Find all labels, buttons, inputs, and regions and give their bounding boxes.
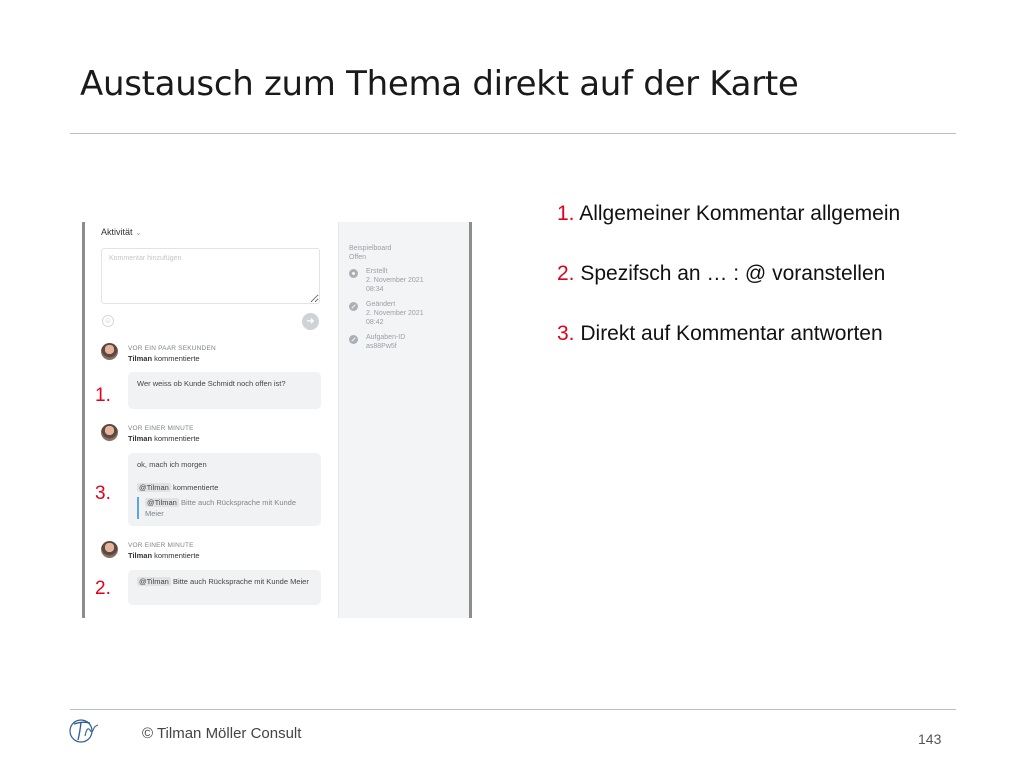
point-number: 1.: [557, 202, 575, 225]
comment-time: VOR EINER MINUTE: [128, 425, 194, 432]
avatar: [101, 541, 118, 558]
emoji-icon[interactable]: ☺: [102, 315, 114, 327]
comment-author: Tilman kommentierte: [128, 434, 200, 443]
avatar: [101, 343, 118, 360]
quoted-comment: @Tilman Bitte auch Rücksprache mit Kunde…: [137, 497, 312, 519]
marker-1: 1.: [95, 385, 111, 406]
point-1: 1. Allgemeiner Kommentar allgemein: [557, 202, 900, 226]
point-2: 2. Spezifsch an … : @ voranstellen: [557, 262, 885, 286]
comment-bubble[interactable]: @Tilman Bitte auch Rücksprache mit Kunde…: [128, 570, 321, 605]
copyright-footer: © Tilman Möller Consult: [142, 725, 302, 742]
chevron-down-icon: ⌄: [135, 230, 142, 237]
comment-text: Bitte auch Rücksprache mit Kunde Meier: [172, 577, 309, 586]
point-text: Direkt auf Kommentar antworten: [580, 322, 883, 345]
comment-input[interactable]: [101, 248, 320, 304]
marker-3: 3.: [95, 483, 111, 504]
pencil-icon: [349, 302, 358, 311]
point-text: Allgemeiner Kommentar allgemein: [579, 202, 901, 225]
author-name: Tilman: [128, 551, 153, 560]
point-number: 2.: [557, 262, 575, 285]
board-name[interactable]: Beispielboard: [349, 244, 391, 253]
mention-tag[interactable]: @Tilman: [145, 498, 179, 507]
mention-tag[interactable]: @Tilman: [137, 483, 171, 492]
screenshot-left-border: [82, 222, 85, 618]
author-name: Tilman: [128, 354, 153, 363]
page-number: 143: [918, 731, 942, 747]
comment-bubble[interactable]: ok, mach ich morgen @Tilman kommentierte…: [128, 453, 321, 526]
created-label: Erstellt: [366, 268, 388, 275]
created-date: 2. November 2021: [366, 277, 424, 284]
activity-label: Aktivität: [101, 227, 133, 237]
comment-author: Tilman kommentierte: [128, 354, 200, 363]
created-time: 08:34: [366, 286, 384, 293]
point-3: 3. Direkt auf Kommentar antworten: [557, 322, 883, 346]
slide-title: Austausch zum Thema direkt auf der Karte: [80, 64, 799, 104]
company-logo-icon: [69, 719, 99, 743]
author-action: kommentierte: [154, 354, 200, 363]
avatar: [101, 424, 118, 441]
author-action: kommentierte: [154, 551, 200, 560]
reply-header: @Tilman kommentierte: [137, 482, 312, 493]
pencil-icon: [349, 335, 358, 344]
comment-text: Wer weiss ob Kunde Schmidt noch offen is…: [137, 379, 286, 388]
sidebar-created: Erstellt 2. November 2021 08:34: [349, 267, 424, 294]
task-id-label: Aufgaben-ID: [366, 334, 406, 341]
modified-time: 08:42: [366, 319, 384, 326]
activity-dropdown[interactable]: Aktivität ⌄: [101, 227, 141, 237]
point-text: Spezifsch an … : @ voranstellen: [580, 262, 886, 285]
screenshot-right-border: [469, 222, 472, 618]
comment-time: VOR EINER MINUTE: [128, 542, 194, 549]
comment-text: ok, mach ich morgen: [137, 460, 207, 469]
task-id-value[interactable]: as88Pw5f: [366, 342, 405, 351]
mention-tag[interactable]: @Tilman: [137, 577, 171, 586]
card-details-sidebar: Beispielboard Offen Erstellt 2. November…: [338, 222, 470, 618]
comment-bubble[interactable]: Wer weiss ob Kunde Schmidt noch offen is…: [128, 372, 321, 409]
send-arrow-icon[interactable]: ➜: [302, 313, 319, 330]
author-name: Tilman: [128, 434, 153, 443]
comment-time: VOR EIN PAAR SEKUNDEN: [128, 345, 216, 352]
gear-icon: [349, 269, 358, 278]
modified-date: 2. November 2021: [366, 310, 424, 317]
author-action: kommentierte: [154, 434, 200, 443]
card-status: Offen: [349, 254, 366, 261]
sidebar-modified: Geändert 2. November 2021 08:42: [349, 300, 424, 327]
reply-action: kommentierte: [172, 483, 219, 492]
comment-author: Tilman kommentierte: [128, 551, 200, 560]
card-activity-screenshot: Aktivität⌄ ☺ ➜ VOR EIN PAAR SEKUNDEN Til…: [82, 222, 472, 618]
sidebar-task-id: Aufgaben-ID as88Pw5f: [349, 333, 405, 351]
title-divider: [70, 133, 956, 134]
point-number: 3.: [557, 322, 575, 345]
marker-2: 2.: [95, 578, 111, 599]
modified-label: Geändert: [366, 301, 396, 308]
footer-divider: [70, 709, 956, 710]
